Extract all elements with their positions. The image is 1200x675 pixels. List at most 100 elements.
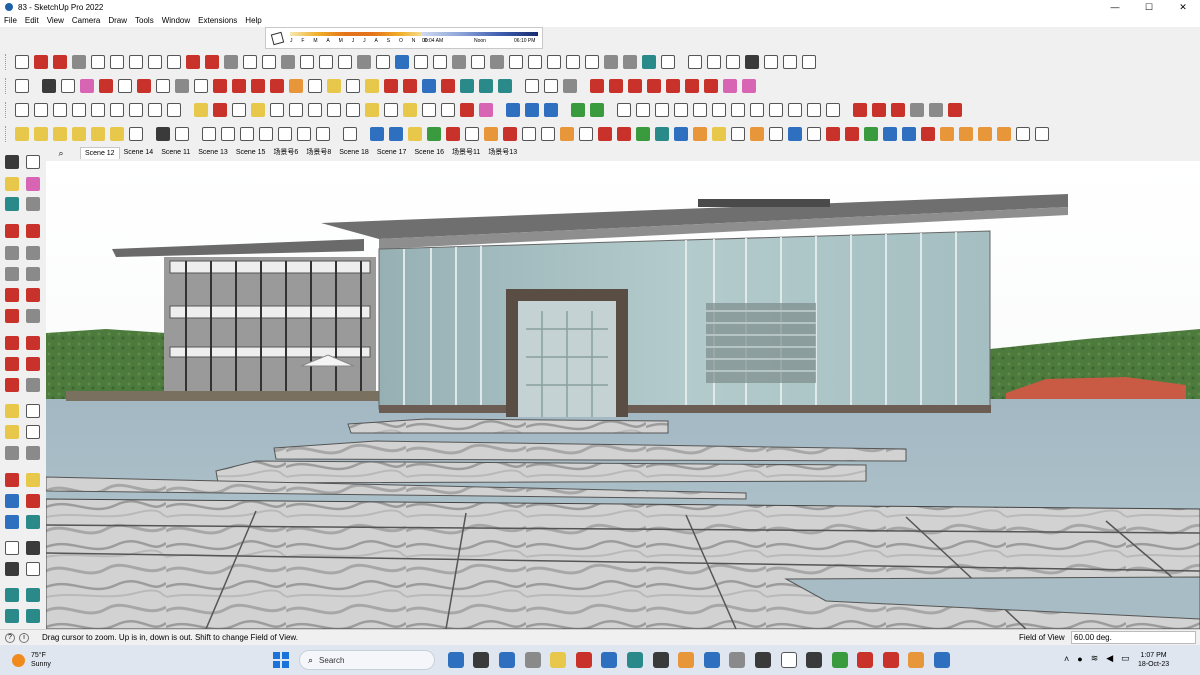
weather-widget[interactable]: 75°F Sunny (12, 651, 92, 669)
menu-help[interactable]: Help (245, 16, 261, 25)
cross-blue-icon[interactable] (673, 126, 688, 141)
photoshop-icon[interactable] (754, 652, 771, 668)
minimize-button[interactable]: — (1098, 0, 1132, 14)
solid-4-icon[interactable] (258, 126, 273, 141)
panel-3-icon[interactable] (768, 102, 783, 117)
plus-red-icon[interactable] (616, 126, 631, 141)
layout-send-icon[interactable] (489, 54, 504, 69)
plus-green-icon[interactable] (635, 126, 650, 141)
triangle-teal-icon[interactable] (654, 126, 669, 141)
flip-edge-tool-icon[interactable] (375, 54, 390, 69)
layers-icon[interactable] (5, 609, 19, 623)
app-pin-2-icon[interactable] (652, 652, 669, 668)
info-icon[interactable]: i (19, 632, 29, 643)
zoom-extents-icon[interactable] (440, 78, 455, 93)
material-4-icon[interactable] (909, 102, 924, 117)
previous-view-icon[interactable] (26, 515, 40, 529)
zoom-window-icon[interactable] (26, 494, 40, 508)
zoom-extents-icon[interactable] (5, 515, 19, 529)
plugin-5-icon[interactable] (665, 78, 680, 93)
flag-2-icon[interactable] (540, 126, 555, 141)
battery-icon[interactable]: ▭ (1121, 653, 1130, 664)
scene-icon[interactable] (342, 126, 357, 141)
follow-me-tool-icon[interactable] (242, 54, 257, 69)
curve-2-icon[interactable] (269, 102, 284, 117)
back-view-icon[interactable] (782, 54, 797, 69)
warehouse-icon[interactable] (5, 588, 19, 602)
taskbar-search[interactable]: ⌕ Search (299, 650, 435, 670)
sketchy-3-icon[interactable] (52, 126, 67, 141)
grid-2-icon[interactable] (147, 102, 162, 117)
select-dropdown-icon[interactable] (60, 78, 75, 93)
soundcloud-icon[interactable] (908, 652, 925, 668)
paint-bucket-icon[interactable] (364, 78, 379, 93)
sketchy-7-icon[interactable] (128, 126, 143, 141)
chevron-3-icon[interactable] (692, 102, 707, 117)
scene-tab[interactable]: Scene 12 (80, 147, 120, 159)
move-blue-icon[interactable] (505, 102, 520, 117)
plugin-2-icon[interactable] (608, 78, 623, 93)
pin-green-icon[interactable] (863, 126, 878, 141)
bucket-red-icon[interactable] (825, 126, 840, 141)
warehouse-icon[interactable] (459, 78, 474, 93)
right-view-icon[interactable] (801, 54, 816, 69)
plugin-8-icon[interactable] (722, 78, 737, 93)
move-icon[interactable] (250, 78, 265, 93)
eraser-2-icon[interactable] (478, 102, 493, 117)
arc-icon[interactable] (5, 288, 19, 302)
shapes-dropdown-icon[interactable] (193, 78, 208, 93)
pinterest-icon[interactable] (857, 652, 874, 668)
iso-view-icon[interactable] (687, 54, 702, 69)
maximize-button[interactable]: ☐ (1132, 0, 1166, 14)
move-blue-2-icon[interactable] (882, 126, 897, 141)
curve-4-icon[interactable] (383, 102, 398, 117)
arrow-icon[interactable] (459, 102, 474, 117)
panel-5-icon[interactable] (806, 102, 821, 117)
solid-1-icon[interactable] (201, 126, 216, 141)
protractor-icon[interactable] (5, 425, 19, 439)
grid-orange-2-icon[interactable] (958, 126, 973, 141)
walk-icon[interactable] (5, 562, 19, 576)
plugin-7-icon[interactable] (703, 78, 718, 93)
warning-icon[interactable] (711, 126, 726, 141)
section-plane-icon[interactable] (26, 562, 40, 576)
sketchy-2-icon[interactable] (33, 126, 48, 141)
eraser-icon[interactable] (26, 177, 40, 191)
select-arrow-icon[interactable] (41, 78, 56, 93)
square-red-2-icon[interactable] (920, 126, 935, 141)
ring-5-icon[interactable] (421, 102, 436, 117)
move-blue-3-icon[interactable] (901, 126, 916, 141)
solid-3-icon[interactable] (239, 126, 254, 141)
pushpull-icon[interactable] (212, 78, 227, 93)
smoove-tool-icon[interactable] (299, 54, 314, 69)
loop-red-icon[interactable] (844, 126, 859, 141)
material-1-icon[interactable] (852, 102, 867, 117)
app-pin-6-icon[interactable] (882, 652, 899, 668)
sketchy-4-icon[interactable] (71, 126, 86, 141)
menu-extensions[interactable]: Extensions (198, 16, 237, 25)
hatch-icon[interactable] (71, 102, 86, 117)
lock-icon[interactable] (825, 102, 840, 117)
offset-icon[interactable] (307, 78, 322, 93)
menu-tools[interactable]: Tools (135, 16, 154, 25)
section-plane-tool-icon[interactable] (394, 54, 409, 69)
shaded-textures-icon[interactable] (622, 54, 637, 69)
select-icon[interactable] (5, 155, 19, 169)
circle-icon[interactable] (5, 267, 19, 281)
offset-icon[interactable] (26, 378, 40, 392)
look-around-icon[interactable] (26, 541, 40, 555)
rotate-blue-icon[interactable] (524, 102, 539, 117)
scene-tab[interactable]: Scene 13 (194, 147, 232, 159)
grid-orange-3-icon[interactable] (977, 126, 992, 141)
tape-measure-icon[interactable] (5, 404, 19, 418)
tape-measure-icon[interactable] (326, 78, 341, 93)
sketchy-6-icon[interactable] (109, 126, 124, 141)
measurements-input[interactable]: 60.00 deg. (1071, 631, 1196, 644)
pencil-dropdown-icon[interactable] (117, 78, 132, 93)
scene-tab[interactable]: Scene 11 (157, 147, 194, 159)
geolocation-icon[interactable]: ? (5, 632, 15, 643)
diamond-blue-2-icon[interactable] (388, 126, 403, 141)
diamond-outline-icon[interactable] (464, 126, 479, 141)
diamond-red-icon[interactable] (445, 126, 460, 141)
diamond-blue-icon[interactable] (369, 126, 384, 141)
